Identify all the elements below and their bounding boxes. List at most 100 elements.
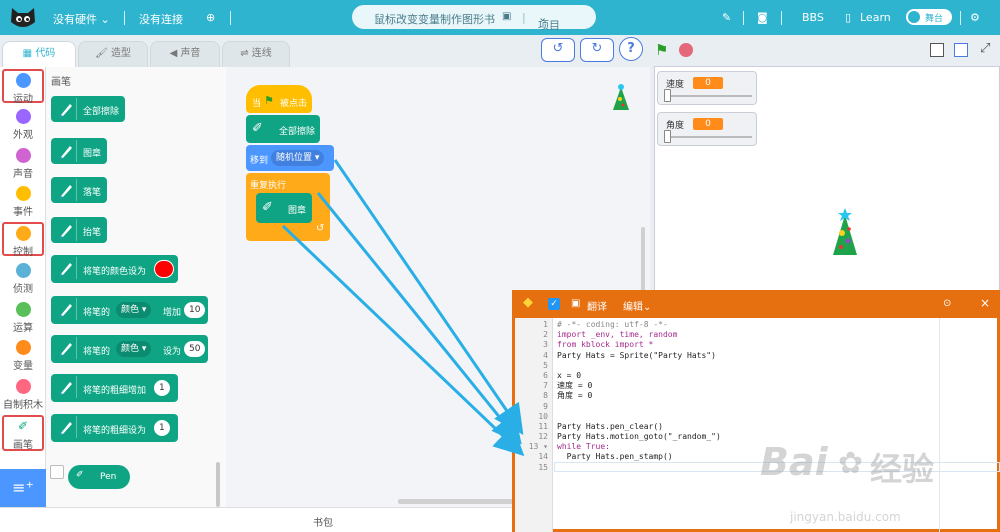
- redo-button[interactable]: ↻: [580, 38, 614, 62]
- sync-checkbox[interactable]: ✓: [548, 298, 560, 310]
- stage-toggle[interactable]: 舞台: [906, 9, 952, 25]
- monitor-angle[interactable]: 角度 0: [657, 112, 757, 146]
- code-line[interactable]: [557, 412, 937, 422]
- bbs-link[interactable]: BBS: [802, 11, 824, 24]
- green-flag-icon[interactable]: ⚑: [655, 41, 668, 59]
- block-change-pen-size[interactable]: 将笔的粗细增加 1: [51, 374, 178, 402]
- paw-icon: ✿: [838, 446, 864, 481]
- connection-status[interactable]: 没有连接: [139, 11, 183, 27]
- script-pen-clear[interactable]: ✐ 全部擦除: [246, 115, 320, 143]
- block-stamp[interactable]: 图章: [51, 138, 107, 164]
- line-number: 6: [543, 370, 548, 380]
- goto-dropdown[interactable]: 随机位置 ▾: [271, 150, 325, 166]
- category-motion[interactable]: 运动: [2, 69, 44, 105]
- stop-icon[interactable]: [679, 43, 693, 57]
- script-goto[interactable]: 移到 随机位置 ▾: [246, 145, 334, 171]
- project-menu-label: 项目: [538, 19, 560, 32]
- line-number: 1: [543, 320, 548, 329]
- tab-connect[interactable]: ⇌ 连线: [222, 41, 290, 67]
- code-line[interactable]: [557, 361, 937, 371]
- pen-icon: [55, 337, 77, 359]
- param-dropdown[interactable]: 颜色 ▾: [116, 341, 152, 357]
- category-control[interactable]: 控制: [2, 222, 44, 258]
- category-operators[interactable]: 运算: [0, 302, 46, 334]
- small-stage-icon[interactable]: [930, 43, 944, 57]
- party-hat-sprite[interactable]: [830, 207, 860, 259]
- param-dropdown[interactable]: 颜色 ▾: [116, 302, 152, 318]
- script-pen-clear-label: 全部擦除: [279, 127, 316, 137]
- param-value-input[interactable]: 10: [184, 302, 206, 318]
- category-looks[interactable]: 外观: [0, 109, 46, 141]
- project-menu[interactable]: 项目 ⌄: [538, 11, 560, 32]
- pen-extension-checkbox[interactable]: [50, 465, 64, 479]
- code-line[interactable]: # -*- coding: utf-8 -*-: [557, 320, 937, 330]
- palette-title: 画笔: [51, 77, 71, 88]
- code-line[interactable]: Party Hats.pen_clear(): [557, 422, 937, 432]
- pencil-icon[interactable]: ✎: [722, 11, 731, 24]
- code-line[interactable]: [557, 402, 937, 412]
- save-icon[interactable]: ▣: [502, 11, 511, 22]
- translate-icon[interactable]: ▣: [571, 298, 580, 309]
- edit-menu[interactable]: 编辑⌄: [623, 298, 651, 313]
- edit-menu-label: 编辑: [623, 302, 643, 313]
- category-my-blocks[interactable]: 自制积木: [0, 379, 46, 411]
- learn-link[interactable]: Learn: [860, 11, 891, 24]
- python-logo-icon: ◆: [523, 295, 533, 310]
- block-pen-down[interactable]: 落笔: [51, 177, 107, 203]
- undo-button[interactable]: ↺: [541, 38, 575, 62]
- category-variables[interactable]: 变量: [0, 340, 46, 372]
- help-button[interactable]: ?: [619, 37, 643, 61]
- code-line[interactable]: 速度 = 0: [557, 381, 937, 391]
- block-pen-clear[interactable]: 全部擦除: [51, 96, 125, 122]
- param-value-input[interactable]: 50: [184, 341, 206, 357]
- project-title[interactable]: 鼠标改变变量制作图形书: [374, 11, 495, 27]
- close-icon[interactable]: ×: [980, 296, 990, 310]
- globe-icon[interactable]: ⊕: [206, 11, 215, 24]
- add-extension-button[interactable]: ≡⁺: [0, 469, 46, 507]
- block-change-pen-param-mid: 增加: [163, 308, 182, 318]
- size-value-input[interactable]: 1: [154, 380, 170, 396]
- hat-post-label: 被点击: [280, 99, 308, 109]
- block-set-pen-size[interactable]: 将笔的粗细设为 1: [51, 414, 178, 442]
- slider-thumb[interactable]: [664, 89, 671, 102]
- slider-thumb[interactable]: [664, 130, 671, 143]
- normal-stage-icon[interactable]: [954, 43, 968, 57]
- category-events[interactable]: 事件: [0, 186, 46, 218]
- code-line[interactable]: x = 0: [557, 371, 937, 381]
- fullscreen-icon[interactable]: ⤢: [980, 41, 990, 56]
- size-value-input[interactable]: 1: [154, 420, 170, 436]
- book-icon[interactable]: ▯: [845, 11, 851, 24]
- block-set-pen-color[interactable]: 将笔的颜色设为: [51, 255, 178, 283]
- camera-icon[interactable]: ◙: [757, 11, 768, 24]
- code-line[interactable]: import _env, time, random: [557, 330, 937, 340]
- tab-costume[interactable]: 🖌 造型: [78, 41, 148, 67]
- hardware-menu[interactable]: 没有硬件 ⌄: [53, 11, 110, 27]
- category-sensing[interactable]: 侦测: [0, 263, 46, 295]
- block-set-pen-param[interactable]: 将笔的 颜色 ▾ 设为 50: [51, 335, 208, 363]
- tab-code[interactable]: ▦ 代码: [2, 41, 76, 67]
- category-pen-label: 画笔: [13, 440, 33, 451]
- block-when-flag-clicked[interactable]: 当 ⚑ 被点击: [246, 85, 312, 113]
- block-change-pen-param[interactable]: 将笔的 颜色 ▾ 增加 10: [51, 296, 208, 324]
- variables-dot: [15, 340, 31, 355]
- block-pen-up[interactable]: 抬笔: [51, 217, 107, 243]
- monitor-speed[interactable]: 速度 0: [657, 71, 757, 105]
- translate-button[interactable]: 翻译: [587, 298, 607, 313]
- pen-extension-pill[interactable]: ✐ Pen: [68, 465, 130, 489]
- script-stamp[interactable]: ✐ 图章: [256, 193, 312, 223]
- category-sound[interactable]: 声音: [0, 148, 46, 180]
- gear-icon[interactable]: ⚙: [970, 11, 980, 24]
- tab-sound[interactable]: ◀ 声音: [150, 41, 220, 67]
- top-bar: 没有硬件 ⌄ 没有连接 ⊕ 鼠标改变变量制作图形书 ▣ | 项目 ⌄ ✎ ◙ B…: [0, 0, 1000, 35]
- palette-scrollbar[interactable]: [216, 462, 220, 507]
- code-line[interactable]: from kblock import *: [557, 340, 937, 350]
- code-line[interactable]: 角度 = 0: [557, 391, 937, 401]
- workspace-scrollbar[interactable]: [398, 499, 518, 504]
- project-title-box[interactable]: 鼠标改变变量制作图形书 ▣ | 项目 ⌄: [352, 5, 596, 32]
- code-line[interactable]: Party Hats = Sprite("Party Hats"): [557, 351, 937, 361]
- kitten-logo-icon[interactable]: [8, 4, 38, 31]
- line-number: 2: [543, 330, 548, 340]
- play-icon[interactable]: ⊙: [943, 298, 951, 309]
- category-pen[interactable]: ✐ 画笔: [2, 415, 44, 451]
- color-swatch[interactable]: [154, 260, 174, 278]
